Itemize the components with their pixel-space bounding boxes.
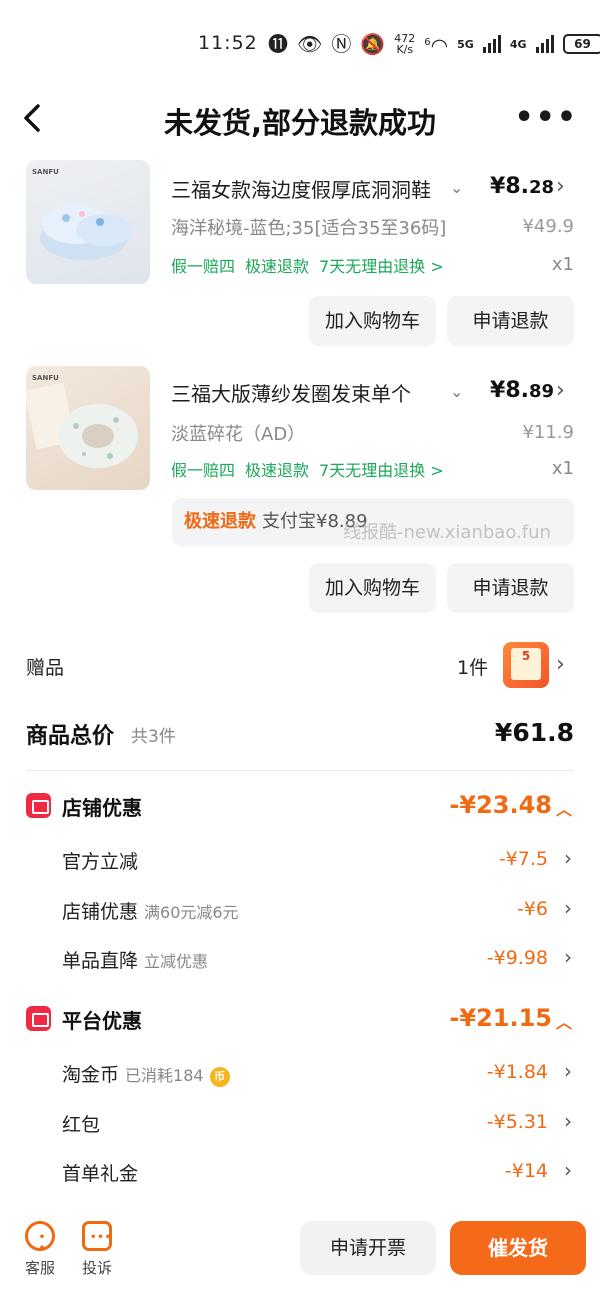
tag-fake-compensation: 假一赔四 [171,461,236,480]
store-icon [26,793,51,818]
title-bar: 未发货,部分退款成功 ••• [0,92,600,148]
discount-line: 红包 [62,1114,101,1136]
mute-bell-icon: 🔕 [360,32,386,57]
chevron-right-icon[interactable]: › [564,1109,572,1133]
complain-label: 投诉 [81,1259,112,1277]
chevron-right-icon[interactable]: › [556,174,565,199]
discount-value: -¥9.98 [486,947,548,969]
product-image[interactable]: SANFU [26,160,150,284]
watermark: 线报酷-new.xianbao.fun [343,522,551,543]
tag-fake-compensation: 假一赔四 [171,257,236,276]
chevron-right-icon[interactable]: › [556,652,565,677]
discount-line: 首单礼金 [62,1163,139,1185]
wifi-icon: 6◠ [424,33,449,58]
complain-icon: ••• [82,1221,112,1251]
chevron-down-icon[interactable]: ⌄ [450,178,463,197]
discount-value: -¥7.5 [498,848,548,870]
battery-icon: 69 [562,34,600,55]
store-discount-amount: -¥23.48 [449,791,552,819]
chevron-up-icon[interactable]: ︿ [556,796,572,820]
customer-service-icon: • • [25,1221,55,1254]
product-qty: x1 [551,254,574,275]
product-name[interactable]: 三福女款海边度假厚底洞洞鞋 [171,174,439,203]
tag-7day-return: 7天无理由退换 > [319,257,444,276]
original-price: ¥49.9 [522,216,574,237]
bottom-action-bar: • • 客服 ••• 投诉 申请开票 催发货 [0,1205,600,1300]
discount-value: -¥5.31 [486,1111,548,1133]
urge-shipping-button[interactable]: 催发货 [450,1221,586,1275]
signal-4g-label: 4G [509,37,527,51]
discount-value: -¥1.84 [486,1061,548,1083]
signal-bars-icon-2 [535,35,554,54]
total-label: 商品总价 [26,724,115,749]
product-image[interactable]: SANFU [26,366,150,490]
tag-fast-refund: 极速退款 [245,461,310,480]
tag-fast-refund: 极速退款 [245,257,310,276]
customer-service-button[interactable]: • • 客服 [22,1221,58,1278]
request-invoice-button[interactable]: 申请开票 [300,1221,436,1275]
gift-badge: 5 [511,648,541,680]
discount-value: -¥6 [516,898,548,920]
discount-line: 店铺优惠 满60元减6元 [62,901,239,923]
gift-count: 1件 [457,657,489,679]
platform-discount-title: 平台优惠 [62,1009,142,1033]
status-bar: 11:52 ⓫ 👁 Ⓝ 🔕 472 K/s 6◠ 5G 4G 69 [0,28,600,62]
original-price: ¥11.9 [522,422,574,443]
platform-icon [26,1006,51,1031]
chevron-right-icon[interactable]: › [564,1059,572,1083]
chevron-right-icon[interactable]: › [564,945,572,969]
chevron-up-icon[interactable]: ︿ [556,1009,572,1033]
page-title: 未发货,部分退款成功 [163,106,437,140]
hd-call-icon: ⓫ [268,32,288,57]
total-count: 共3件 [131,727,176,747]
product-qty: x1 [551,458,574,479]
product-sku: 海洋秘境-蓝色;35[适合35至36码] [171,218,447,239]
discount-line: 淘金币 已消耗184 币 [62,1060,230,1087]
chevron-down-icon[interactable]: ⌄ [450,382,463,401]
discount-value: -¥14 [504,1160,548,1182]
add-to-cart-button[interactable]: 加入购物车 [309,296,436,346]
nfc-icon: Ⓝ [331,32,352,57]
more-icon[interactable]: ••• [514,100,578,135]
total-value: ¥61.8 [494,718,574,747]
product-sku: 淡蓝碎花（AD） [171,424,306,445]
request-refund-button[interactable]: 申请退款 [447,563,574,613]
tag-7day-return: 7天无理由退换 > [319,461,444,480]
complain-button[interactable]: ••• 投诉 [79,1221,115,1278]
store-discount-title: 店铺优惠 [62,796,142,820]
product-price: ¥8.89 [490,378,555,403]
gift-label: 赠品 [26,657,65,679]
network-speed: 472 K/s [394,32,416,57]
customer-service-label: 客服 [24,1259,55,1277]
chevron-right-icon[interactable]: › [564,1158,572,1182]
service-tags[interactable]: 假一赔四 极速退款 7天无理由退换 > [171,253,454,277]
chevron-right-icon[interactable]: › [564,846,572,870]
divider [26,770,574,771]
refund-status-label: 极速退款 [184,511,256,532]
chevron-right-icon[interactable]: › [564,896,572,920]
service-tags[interactable]: 假一赔四 极速退款 7天无理由退换 > [171,457,454,481]
signal-5g-label: 5G [457,37,474,51]
status-icons: ⓫ 👁 Ⓝ 🔕 472 K/s 6◠ 5G 4G 69 [268,30,600,59]
gold-coin-icon: 币 [209,1067,230,1087]
add-to-cart-button[interactable]: 加入购物车 [309,563,436,613]
gift-thumbnail[interactable]: 5 [503,642,549,688]
platform-discount-amount: -¥21.15 [449,1004,552,1032]
product-name[interactable]: 三福大版薄纱发圈发束单个 [171,378,439,407]
status-time: 11:52 [198,32,258,54]
chevron-right-icon[interactable]: › [556,378,565,403]
request-refund-button[interactable]: 申请退款 [447,296,574,346]
discount-line: 官方立减 [62,851,139,873]
eye-icon: 👁 [297,32,323,57]
signal-bars-icon [482,35,501,54]
product-price: ¥8.28 [490,174,555,199]
discount-line: 单品直降 立减优惠 [62,950,209,972]
